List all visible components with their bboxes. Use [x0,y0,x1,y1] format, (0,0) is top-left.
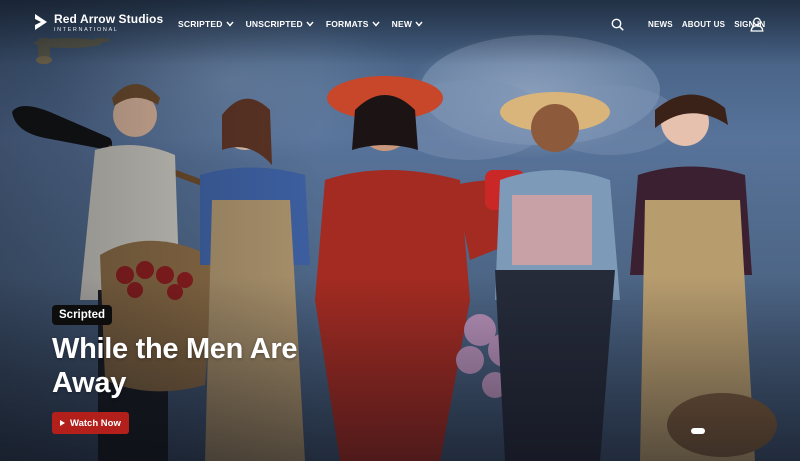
user-icon[interactable] [750,17,764,32]
nav-item-label: NEW [391,19,413,29]
nav-item-scripted[interactable]: SCRIPTED [178,19,234,29]
category-badge[interactable]: Scripted [52,305,113,325]
primary-nav: SCRIPTED UNSCRIPTED FORMATS NEW [178,19,423,29]
nav-item-about-us[interactable]: ABOUT US [682,20,725,29]
brand-name: Red Arrow Studios [54,12,164,26]
site-header: Red Arrow Studios INTERNATIONAL SCRIPTED… [0,0,800,50]
nav-item-label: FORMATS [325,19,369,29]
chevron-down-icon [372,21,380,27]
chevron-down-icon [306,21,314,27]
search-icon[interactable] [611,18,624,31]
nav-item-label: SCRIPTED [178,19,223,29]
logo-text: Red Arrow Studios INTERNATIONAL [54,13,163,34]
nav-item-formats[interactable]: FORMATS [326,19,380,29]
logo-play-icon [35,14,47,30]
chevron-down-icon [226,21,234,27]
play-icon [60,420,65,426]
chevron-down-icon [415,21,423,27]
watch-now-label: Watch Now [70,417,121,429]
brand-sub: INTERNATIONAL [54,27,119,33]
hero-title: While the Men Are Away [52,333,298,399]
nav-item-label: UNSCRIPTED [245,19,303,29]
nav-item-unscripted[interactable]: UNSCRIPTED [246,19,314,29]
carousel-dot-active[interactable] [691,428,705,434]
secondary-nav: NEWS ABOUT US SIGN IN [648,20,765,29]
watch-now-button[interactable]: Watch Now [52,412,129,434]
brand-logo[interactable]: Red Arrow Studios INTERNATIONAL [34,13,163,34]
nav-item-new[interactable]: NEW [392,19,423,29]
nav-item-news[interactable]: NEWS [648,20,673,29]
